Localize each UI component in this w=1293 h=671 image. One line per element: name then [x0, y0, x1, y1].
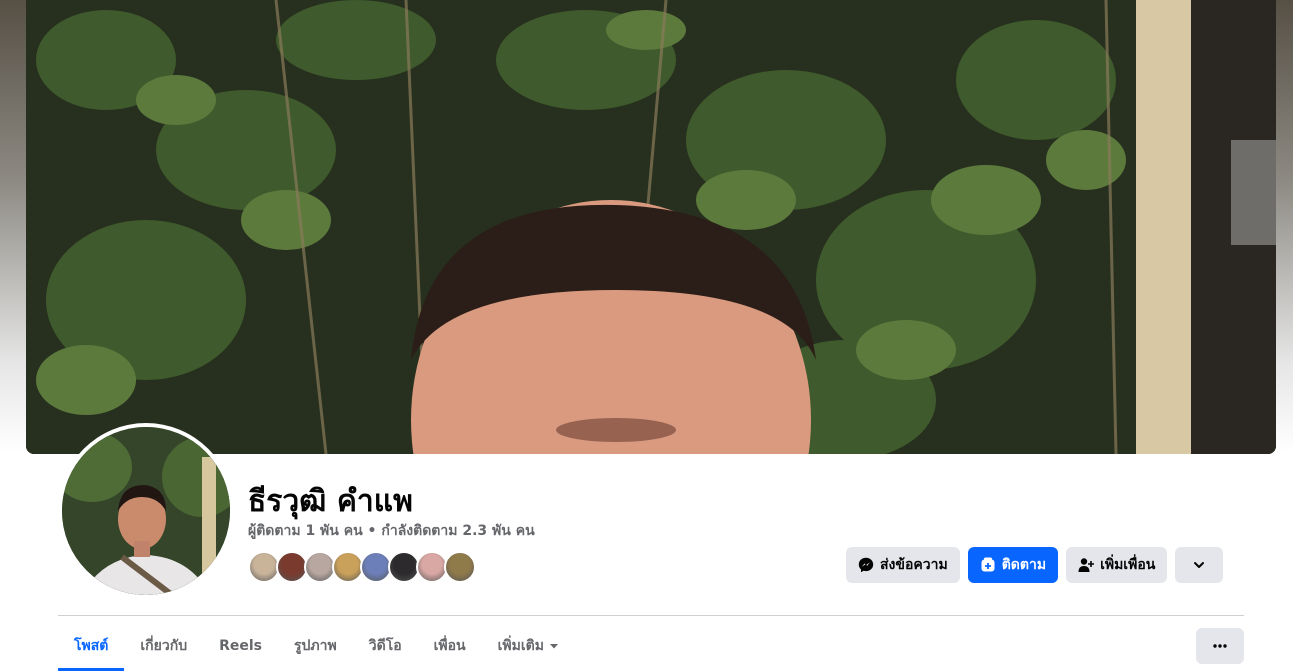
tab-label: รูปภาพ: [294, 638, 337, 654]
message-label: ส่งข้อความ: [880, 557, 948, 573]
tab-posts[interactable]: โพสต์: [58, 624, 125, 671]
follow-button[interactable]: ติดตาม: [967, 547, 1059, 583]
friend-avatars[interactable]: [248, 551, 476, 583]
add-friend-icon: [1078, 558, 1095, 572]
add-friend-label: เพิ่มเพื่อน: [1100, 557, 1156, 573]
profile-picture: [62, 427, 230, 595]
tab-label: เกี่ยวกับ: [140, 638, 188, 654]
follow-label: ติดตาม: [1001, 557, 1047, 573]
follow-icon: [981, 557, 995, 572]
tab-label: Reels: [219, 638, 262, 654]
tab-videos[interactable]: วิดีโอ: [353, 624, 418, 668]
avatar[interactable]: [58, 423, 234, 599]
follower-stats[interactable]: ผู้ติดตาม 1 พัน คน • กำลังติดตาม 2.3 พัน…: [248, 520, 535, 542]
friend-avatar[interactable]: [444, 551, 476, 583]
messenger-icon: [858, 557, 874, 573]
profile-actions: ส่งข้อความ ติดตาม เพิ่มเพื่อน: [846, 547, 1224, 583]
more-actions-button[interactable]: [1175, 547, 1224, 583]
cover-photo[interactable]: [26, 0, 1276, 454]
tab-more[interactable]: เพิ่มเติม: [482, 624, 576, 668]
profile-tabs: โพสต์ เกี่ยวกับ Reels รูปภาพ วิดีโอ เพื่…: [58, 624, 576, 671]
header-divider: [58, 615, 1244, 616]
tab-friends[interactable]: เพื่อน: [418, 624, 482, 668]
message-button[interactable]: ส่งข้อความ: [846, 547, 960, 583]
tab-label: วิดีโอ: [368, 638, 402, 654]
chevron-down-icon: [1194, 562, 1205, 568]
caret-down-icon: [549, 644, 558, 649]
tab-photos[interactable]: รูปภาพ: [278, 624, 353, 668]
tab-label: โพสต์: [74, 638, 109, 654]
profile-page: ธีรวุฒิ คำแพ ผู้ติดตาม 1 พัน คน • กำลังต…: [0, 0, 1293, 671]
tab-label: เพิ่มเติม: [497, 638, 544, 654]
tab-about[interactable]: เกี่ยวกับ: [124, 624, 203, 668]
ellipsis-icon: [1213, 644, 1227, 648]
tab-label: เพื่อน: [433, 638, 466, 654]
add-friend-button[interactable]: เพิ่มเพื่อน: [1066, 547, 1168, 583]
profile-name: ธีรวุฒิ คำแพ: [248, 484, 413, 519]
more-options-button[interactable]: [1196, 628, 1244, 664]
tab-reels[interactable]: Reels: [203, 624, 278, 668]
